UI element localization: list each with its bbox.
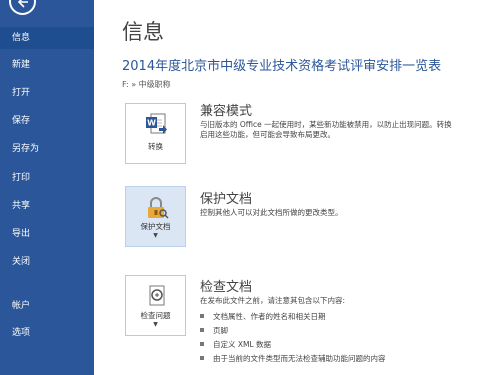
check-for-issues-button-label: 检查问题	[140, 311, 171, 320]
dropdown-caret-icon: ▼	[153, 321, 158, 328]
sidebar-item-info[interactable]: 信息	[0, 27, 94, 49]
sidebar-item-open[interactable]: 打开	[0, 82, 94, 104]
lock-key-icon	[148, 197, 169, 219]
bullet-text: 自定义 XML 数据	[213, 340, 272, 349]
compatibility-mode-desc-line2: 启用这些功能，但可能会导致布局更改。	[200, 130, 335, 139]
list-item: 页脚	[200, 325, 228, 336]
sidebar-item-account[interactable]: 帐户	[0, 295, 94, 317]
protect-document-desc: 控制其他人可以对此文档所做的更改类型。	[200, 208, 343, 217]
sidebar-item-options[interactable]: 选项	[0, 322, 94, 344]
protect-document-button[interactable]: 保护文档 ▼	[125, 186, 186, 247]
dropdown-caret-icon: ▼	[153, 232, 158, 239]
document-title: 2014年度北京市中级专业技术资格考试评审安排一览表	[122, 59, 442, 74]
bullet-text: 页脚	[213, 326, 228, 335]
list-item: 由于当前的文件类型而无法检查辅助功能问题的内容	[200, 353, 386, 364]
word-convert-icon: W	[146, 113, 167, 134]
compatibility-mode-heading: 兼容模式	[200, 104, 253, 119]
inspect-document-icon	[149, 285, 165, 306]
bullet-icon	[200, 328, 204, 332]
backstage-sidebar: 信息 新建 打开 保存 另存为 打印 共享 导出 关闭 帐户 选项	[0, 0, 94, 375]
bullet-icon	[200, 314, 204, 318]
protect-document-heading: 保护文档	[200, 192, 253, 207]
convert-button[interactable]: W 转换	[125, 103, 186, 164]
compatibility-mode-desc-line1: 与旧版本的 Office 一起使用时，某些新功能被禁用，以防止出现问题。转换	[200, 120, 452, 129]
sidebar-item-new[interactable]: 新建	[0, 54, 94, 76]
bullet-icon	[200, 342, 204, 346]
sidebar-item-export[interactable]: 导出	[0, 223, 94, 245]
sidebar-item-save-as[interactable]: 另存为	[0, 138, 94, 160]
bullet-text: 文档属性、作者的姓名和相关日期	[213, 312, 326, 321]
document-path[interactable]: F: » 中级职称	[122, 79, 171, 90]
inspect-document-heading: 检查文档	[200, 280, 253, 295]
bullet-text: 由于当前的文件类型而无法检查辅助功能问题的内容	[213, 354, 386, 363]
sidebar-item-share[interactable]: 共享	[0, 195, 94, 217]
protect-document-button-label: 保护文档	[140, 222, 171, 231]
check-for-issues-button[interactable]: 检查问题 ▼	[125, 275, 186, 336]
list-item: 自定义 XML 数据	[200, 339, 271, 350]
inspect-document-desc: 在发布此文件之前，请注意其包含以下内容:	[200, 296, 346, 305]
svg-text:W: W	[147, 119, 156, 128]
convert-button-label: 转换	[148, 142, 163, 151]
back-button[interactable]	[9, 0, 36, 15]
back-arrow-icon	[17, 0, 28, 8]
sidebar-item-save[interactable]: 保存	[0, 110, 94, 132]
bullet-icon	[200, 356, 204, 360]
sidebar-item-print[interactable]: 打印	[0, 167, 94, 189]
page-title: 信息	[122, 20, 164, 44]
list-item: 文档属性、作者的姓名和相关日期	[200, 311, 326, 322]
sidebar-item-close[interactable]: 关闭	[0, 251, 94, 273]
